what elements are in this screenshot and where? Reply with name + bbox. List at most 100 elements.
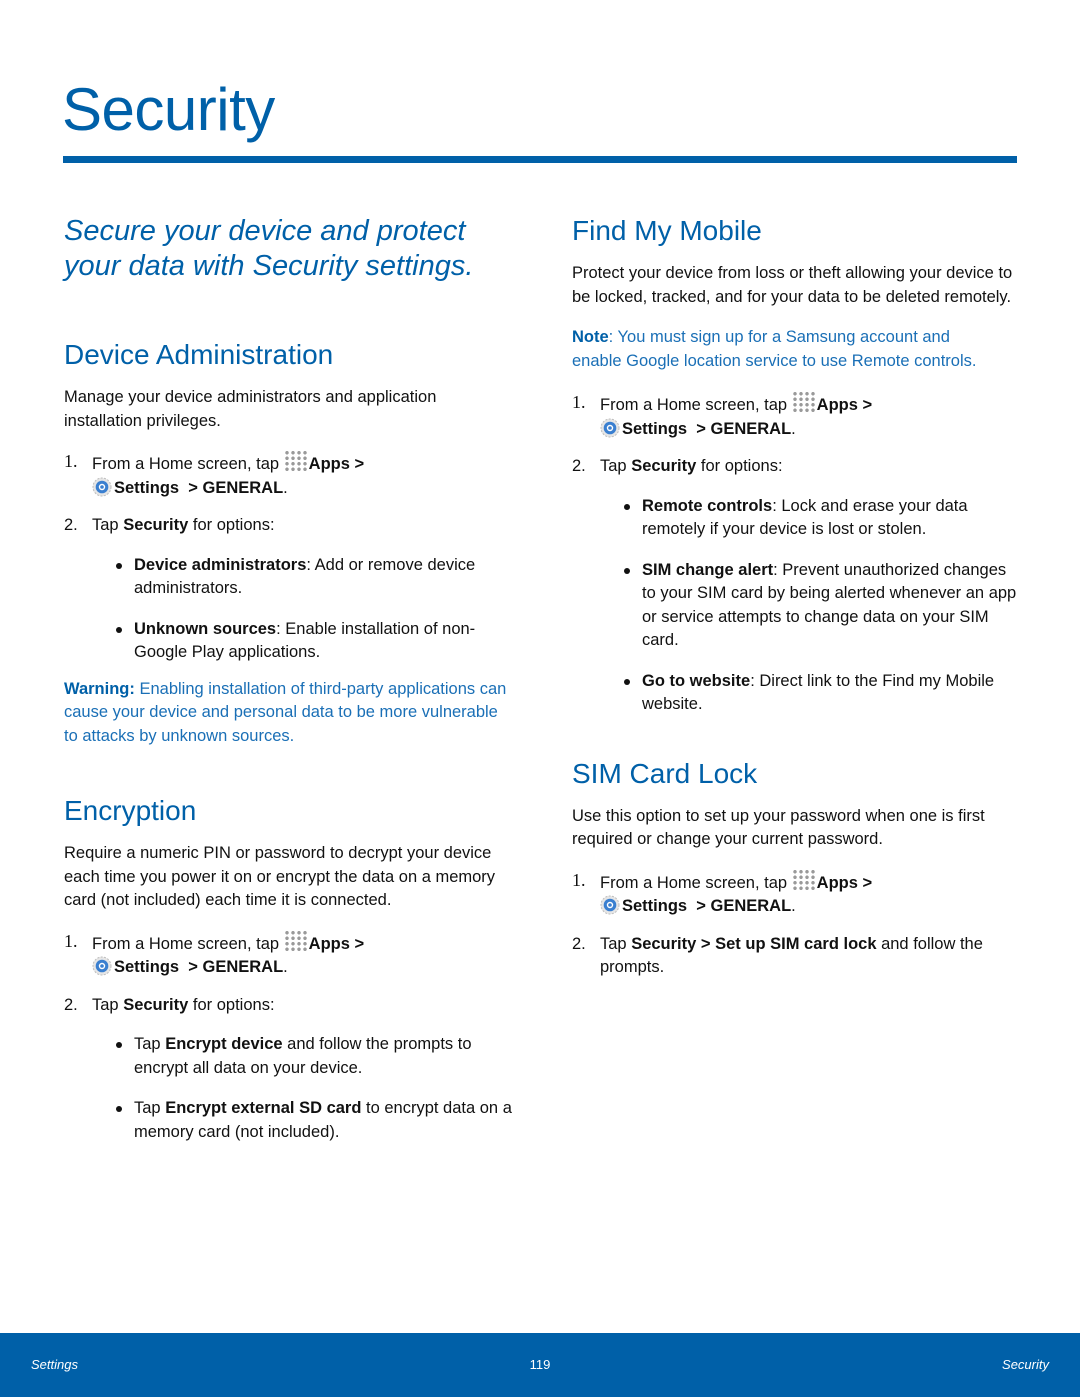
footer-section: Security (1002, 1357, 1049, 1372)
settings-label: Settings (622, 897, 688, 915)
section-heading: Encryption (64, 795, 197, 826)
left-column: Secure your device and protect your data… (64, 214, 514, 1161)
general-label: GENERAL (202, 958, 284, 976)
option-item: Tap Encrypt device and follow the prompt… (112, 1033, 514, 1080)
step-item: 1. From a Home screen, tap Apps > Settin… (64, 450, 514, 500)
option-name: Encrypt device (165, 1035, 283, 1053)
step-text: for options: (188, 995, 275, 1014)
step-item: 2. Tap Security for options: Tap Encrypt… (64, 994, 514, 1145)
separator: > (857, 873, 873, 892)
apps-label: Apps (308, 934, 350, 953)
bullet-icon (624, 678, 630, 685)
steps-list: 1. From a Home screen, tap Apps > Settin… (572, 868, 1022, 980)
option-item: Device administrators: Add or remove dev… (112, 554, 514, 601)
option-prefix: Tap (134, 1035, 166, 1053)
page-title: Security (62, 76, 275, 143)
step-text: for options: (696, 457, 783, 475)
option-item: Unknown sources: Enable installation of … (112, 618, 514, 665)
option-name: Unknown sources (134, 619, 277, 638)
punctuation: . (283, 478, 288, 497)
options-list: Device administrators: Add or remove dev… (64, 554, 514, 665)
separator: > (349, 455, 365, 473)
steps-list: 1. From a Home screen, tap Apps > Settin… (572, 391, 1022, 717)
bullet-icon (624, 503, 630, 510)
general-label: GENERAL (710, 419, 792, 438)
section-description: Use this option to set up your password … (572, 806, 985, 849)
sim-lock-label: Set up SIM card lock (715, 934, 877, 953)
separator: > (696, 934, 716, 953)
settings-label: Settings (114, 958, 180, 976)
apps-grid-icon (283, 929, 308, 952)
step-number: 1. (64, 930, 78, 951)
option-name: SIM change alert (642, 560, 774, 579)
step-number: 2. (64, 516, 78, 534)
step-text: From a Home screen, tap (92, 455, 284, 473)
apps-label: Apps (816, 873, 858, 892)
step-number: 1. (64, 451, 78, 471)
option-name: Encrypt external SD card (165, 1099, 362, 1117)
settings-gear-icon (92, 956, 112, 976)
step-number: 2. (572, 457, 586, 475)
section-heading: SIM Card Lock (572, 757, 758, 789)
step-item: 1. From a Home screen, tap Apps > Settin… (572, 391, 1022, 441)
warning-label: Warning: (64, 679, 135, 698)
security-label: Security (631, 457, 697, 475)
options-list: Tap Encrypt device and follow the prompt… (64, 1033, 514, 1144)
step-text: Tap (600, 934, 632, 953)
apps-grid-icon (283, 450, 308, 472)
step-item: 2. Tap Security > Set up SIM card lock a… (572, 933, 1022, 980)
right-column: Find My Mobile Protect your device from … (572, 214, 1022, 994)
section-heading: Find My Mobile (572, 215, 762, 246)
step-item: 1. From a Home screen, tap Apps > Settin… (64, 929, 514, 980)
option-item: Go to website: Direct link to the Find m… (620, 670, 1022, 717)
step-text: From a Home screen, tap (600, 396, 792, 414)
separator: > (349, 934, 365, 953)
intro-text: Secure your device and protect your data… (64, 215, 474, 282)
info-note: Note: You must sign up for a Samsung acc… (572, 326, 992, 373)
apps-grid-icon (791, 391, 816, 413)
settings-label: Settings (622, 419, 688, 438)
option-name: Device administrators (134, 555, 307, 574)
option-name: Remote controls (642, 496, 773, 515)
bullet-icon (624, 567, 630, 574)
settings-gear-icon (600, 418, 620, 437)
general-label: GENERAL (202, 478, 284, 497)
bullet-icon (116, 1106, 122, 1112)
step-number: 1. (572, 869, 586, 890)
step-text: From a Home screen, tap (600, 873, 792, 892)
encryption-section: Encryption Require a numeric PIN or pass… (64, 794, 514, 1144)
apps-grid-icon (791, 868, 816, 891)
step-number: 2. (572, 934, 586, 953)
section-description: Manage your device administrators and ap… (64, 388, 437, 430)
settings-gear-icon (92, 477, 112, 496)
settings-label: Settings (114, 478, 180, 497)
steps-list: 1. From a Home screen, tap Apps > Settin… (64, 929, 514, 1145)
option-item: Tap Encrypt external SD card to encrypt … (112, 1097, 514, 1144)
separator: > (179, 958, 203, 976)
options-list: Remote controls: Lock and erase your dat… (572, 495, 1022, 717)
sim-card-lock-section: SIM Card Lock Use this option to set up … (572, 757, 1022, 980)
step-text: Tap (600, 457, 632, 475)
step-text: for options: (188, 516, 275, 534)
apps-label: Apps (816, 396, 858, 414)
option-prefix: Tap (134, 1099, 166, 1117)
step-text: Tap (92, 995, 124, 1014)
step-item: 2. Tap Security for options: Remote cont… (572, 455, 1022, 717)
punctuation: . (791, 419, 796, 438)
warning-note: Warning: Enabling installation of third-… (64, 678, 514, 749)
settings-gear-icon (600, 895, 620, 915)
page-number: 119 (529, 1357, 551, 1372)
section-description: Require a numeric PIN or password to dec… (64, 844, 496, 909)
separator: > (687, 897, 711, 915)
security-label: Security (631, 934, 697, 953)
steps-list: 1. From a Home screen, tap Apps > Settin… (64, 450, 514, 665)
separator: > (687, 419, 711, 438)
option-name: Go to website (642, 671, 751, 690)
step-text: Tap (92, 516, 124, 534)
separator: > (857, 396, 873, 414)
bullet-icon (116, 626, 122, 633)
punctuation: . (283, 958, 288, 976)
apps-label: Apps (308, 455, 350, 473)
title-divider (63, 156, 1017, 163)
general-label: GENERAL (710, 897, 792, 915)
